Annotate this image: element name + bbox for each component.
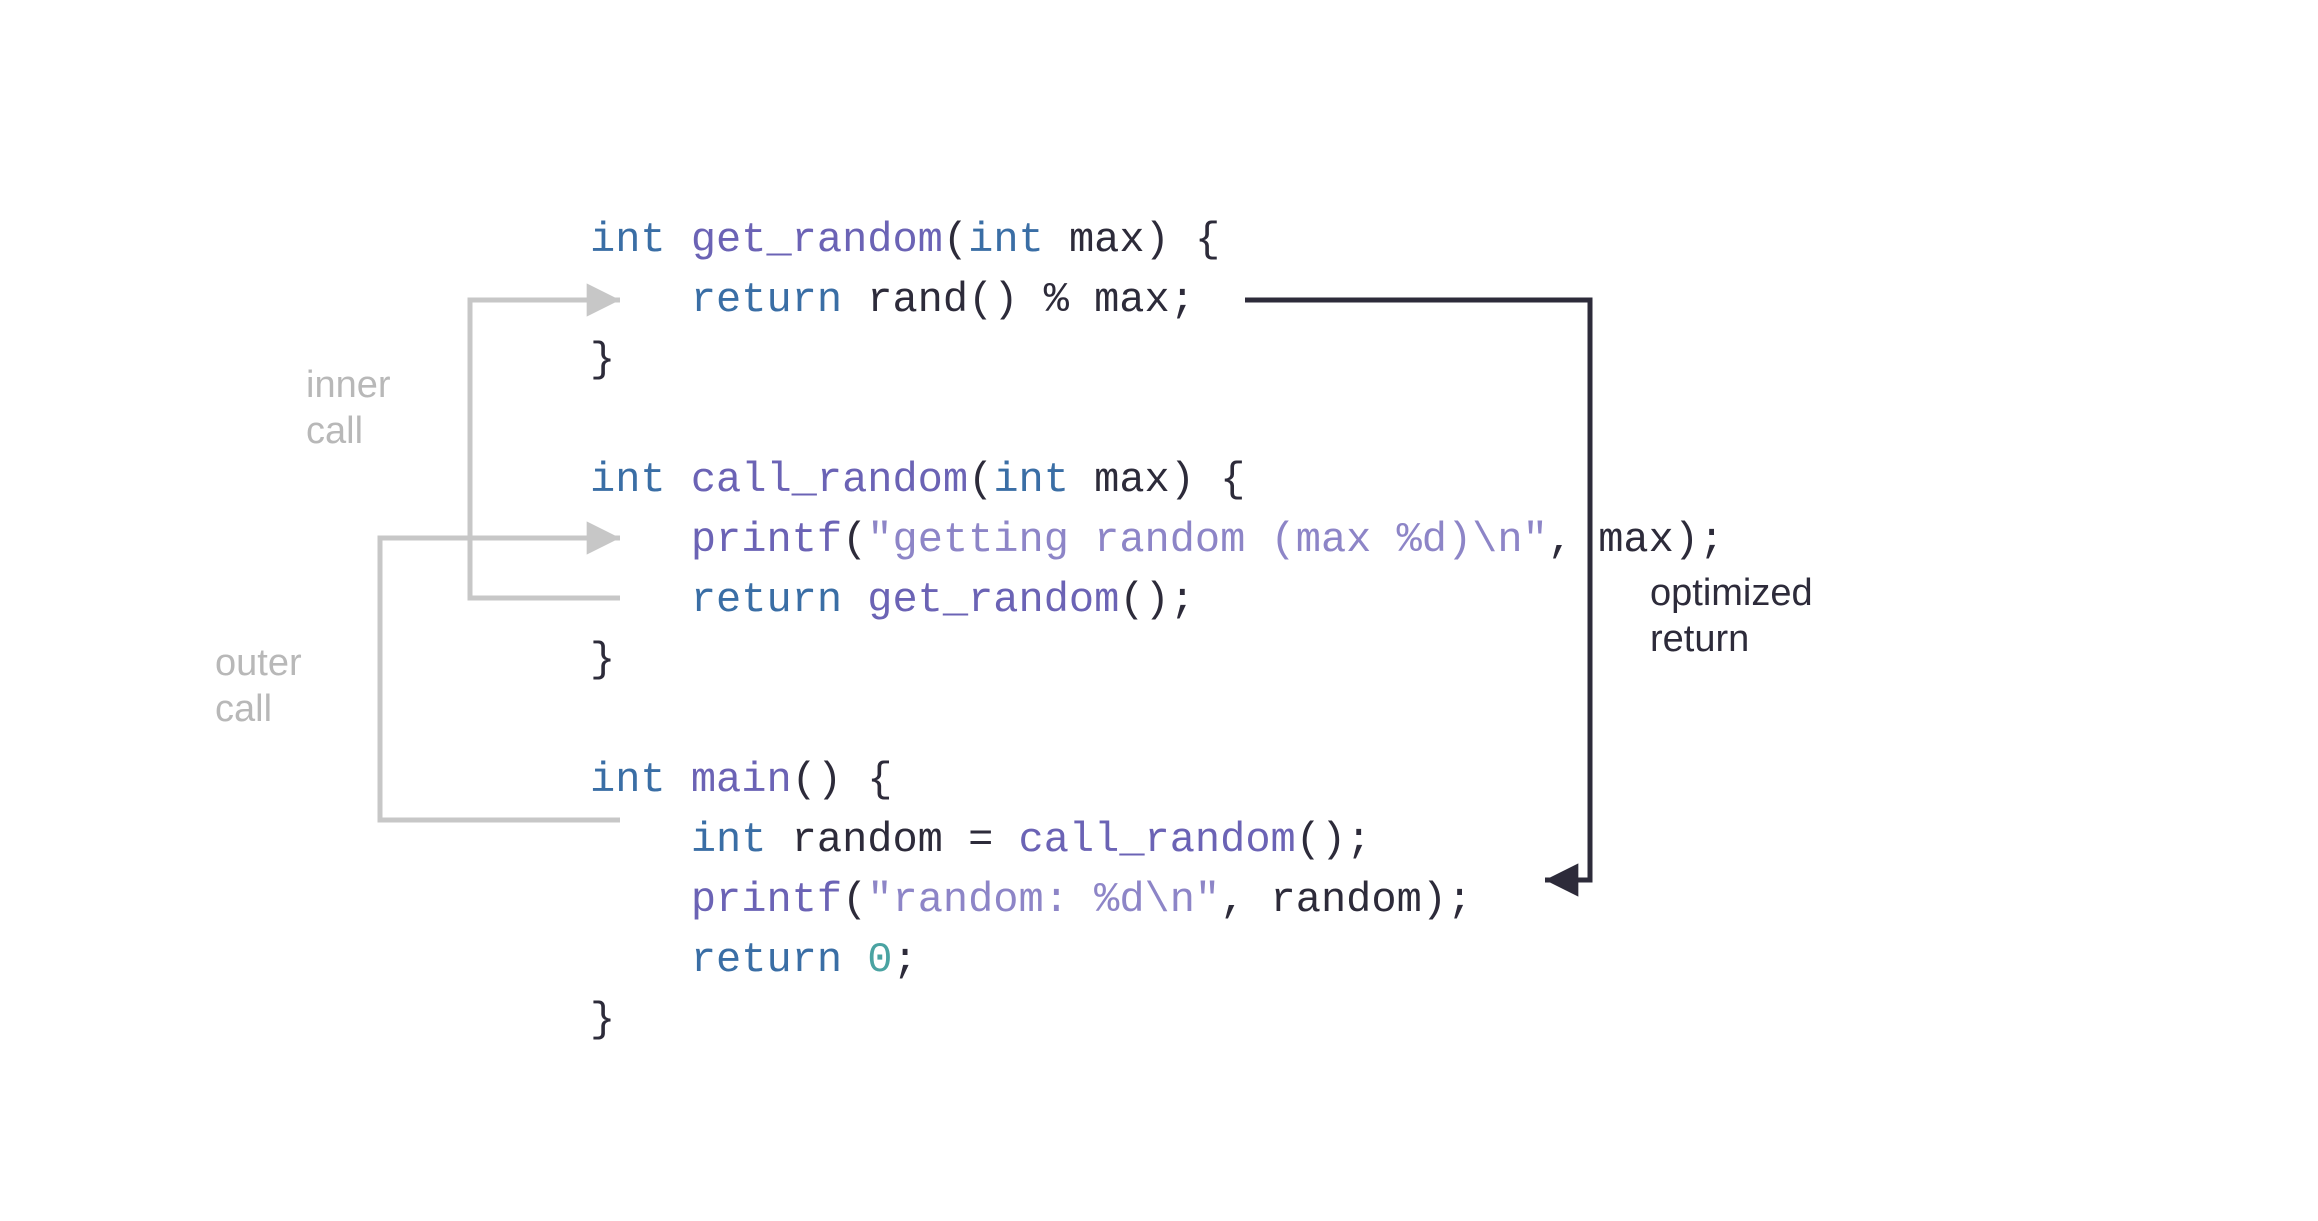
code-text — [590, 276, 691, 324]
outer-call-arrow — [380, 538, 620, 820]
label-line: inner — [306, 362, 391, 408]
code-text: ( — [943, 216, 968, 264]
keyword: int — [968, 216, 1044, 264]
keyword: int — [590, 456, 666, 504]
code-text: rand() % max; — [842, 276, 1195, 324]
code-line: return get_random(); — [590, 576, 1195, 624]
code-text — [590, 576, 691, 624]
code-line: printf("random: %d\n", random); — [590, 876, 1472, 924]
code-text: , random); — [1220, 876, 1472, 924]
keyword: int — [590, 216, 666, 264]
code-line: return rand() % max; — [590, 276, 1195, 324]
label-line: outer — [215, 640, 302, 686]
code-line: } — [590, 636, 615, 684]
function-name: get_random — [691, 216, 943, 264]
code-line: int random = call_random(); — [590, 816, 1371, 864]
code-text: } — [590, 996, 615, 1044]
code-text: ; — [893, 936, 918, 984]
code-line: } — [590, 336, 615, 384]
code-text: } — [590, 336, 615, 384]
keyword: int — [691, 816, 767, 864]
keyword: return — [691, 936, 842, 984]
code-line: int main() { — [590, 756, 893, 804]
diagram-stage: inner call outer call optimized return i… — [0, 0, 2318, 1221]
code-text: ( — [842, 876, 867, 924]
code-text — [842, 936, 867, 984]
function-name: call_random — [1019, 816, 1296, 864]
string: "getting random (max %d)\n" — [867, 516, 1548, 564]
label-line: call — [306, 408, 391, 454]
code-text: ( — [968, 456, 993, 504]
code-text — [590, 876, 691, 924]
function-name: main — [691, 756, 792, 804]
function-name: printf — [691, 876, 842, 924]
code-text: (); — [1119, 576, 1195, 624]
code-text: } — [590, 636, 615, 684]
code-text — [590, 816, 691, 864]
code-text: max) { — [1069, 456, 1245, 504]
code-text — [590, 936, 691, 984]
keyword: return — [691, 576, 842, 624]
keyword: int — [993, 456, 1069, 504]
function-name: get_random — [842, 576, 1119, 624]
keyword: return — [691, 276, 842, 324]
code-line: int get_random(int max) { — [590, 216, 1220, 264]
code-text: () { — [792, 756, 893, 804]
code-text: random = — [766, 816, 1018, 864]
keyword: int — [590, 756, 666, 804]
code-text: ( — [842, 516, 867, 564]
code-text: (); — [1296, 816, 1372, 864]
code-line: int call_random(int max) { — [590, 456, 1245, 504]
string: "random: %d\n" — [867, 876, 1220, 924]
number: 0 — [867, 936, 892, 984]
function-name: call_random — [691, 456, 968, 504]
code-text — [590, 516, 691, 564]
code-text: max) { — [1044, 216, 1220, 264]
code-line: printf("getting random (max %d)\n", max)… — [590, 516, 1724, 564]
inner-call-label: inner call — [306, 362, 391, 454]
code-line: } — [590, 996, 615, 1044]
code-block: int get_random(int max) { return rand() … — [590, 210, 1724, 1050]
label-line: call — [215, 686, 302, 732]
code-line: return 0; — [590, 936, 918, 984]
code-text: , max); — [1548, 516, 1724, 564]
outer-call-label: outer call — [215, 640, 302, 732]
function-name: printf — [691, 516, 842, 564]
